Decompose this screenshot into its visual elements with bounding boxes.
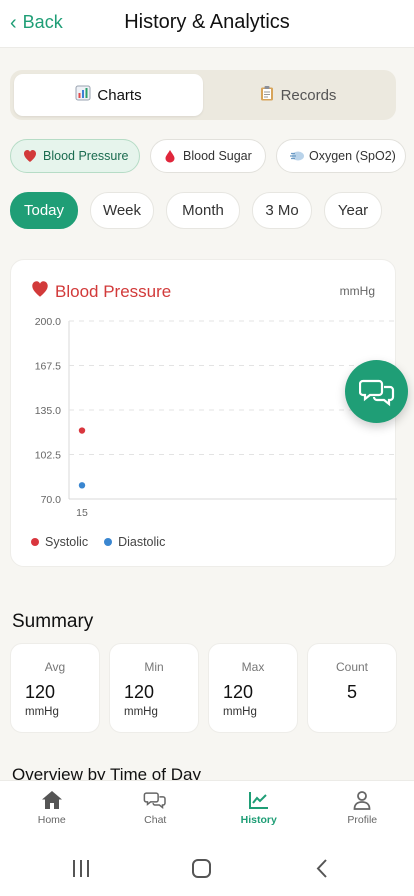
summary-heading: Summary (12, 611, 94, 632)
time-range-selector: Today Week Month 3 Mo Year (10, 192, 382, 229)
nav-label: Home (37, 813, 66, 826)
systolic-dot-icon (31, 538, 39, 546)
summary-stats: Avg 120 mmHg Min 120 mmHg Max 120 mmHg C… (10, 643, 397, 733)
data-point-diastolic (78, 482, 86, 489)
chart-legend: Systolic Diastolic (31, 535, 165, 549)
x-tick-label: 15 (76, 507, 88, 519)
stat-unit: mmHg (124, 706, 158, 718)
chat-bubbles-icon (358, 379, 394, 406)
chip-label: Blood Pressure (43, 149, 129, 163)
stat-value: 5 (346, 682, 357, 702)
heart-icon (23, 149, 37, 163)
chip-blood-sugar[interactable]: Blood Sugar (150, 139, 266, 173)
tab-records[interactable]: Records (203, 74, 392, 116)
legend-systolic: Systolic (31, 535, 88, 549)
y-tick-label: 70.0 (41, 494, 62, 506)
range-month[interactable]: Month (166, 192, 240, 229)
tab-charts-label: Charts (97, 86, 142, 104)
stat-label: Avg (44, 660, 66, 674)
data-point-systolic (78, 427, 86, 434)
page-title: History & Analytics (124, 11, 290, 33)
clipboard-icon (259, 85, 275, 105)
stat-label: Max (241, 660, 265, 674)
chip-label: Blood Sugar (183, 149, 252, 163)
chat-fab-button[interactable] (345, 360, 408, 423)
nav-label: Chat (144, 813, 167, 826)
oxygen-icon (289, 149, 304, 163)
y-tick-label: 135.0 (35, 405, 61, 417)
bar-chart-icon (75, 85, 91, 105)
stat-min: Min 120 mmHg (109, 643, 199, 733)
chart-line-icon (248, 791, 268, 809)
blood-pressure-chart-card: Blood Pressure mmHg 200.0 167.5 135.0 102.5… (10, 259, 397, 567)
range-today[interactable]: Today (10, 192, 78, 229)
blood-pressure-chart: 200.0 167.5 135.0 102.5 70.0 15 (35, 316, 397, 519)
stat-unit: mmHg (223, 706, 257, 718)
stat-value: 120 (124, 682, 155, 702)
recent-apps-icon[interactable] (73, 860, 89, 877)
range-year[interactable]: Year (324, 192, 382, 229)
chat-icon (143, 791, 166, 809)
tab-records-label: Records (280, 86, 337, 104)
legend-diastolic: Diastolic (104, 535, 165, 549)
stat-unit: mmHg (25, 706, 59, 718)
home-system-icon[interactable] (192, 859, 211, 878)
range-3-months[interactable]: 3 Mo (252, 192, 312, 229)
nav-chat[interactable]: Chat (104, 781, 208, 834)
chip-label: Oxygen (SpO2) (309, 149, 396, 163)
y-tick-label: 102.5 (35, 450, 61, 462)
stat-label: Count (335, 660, 369, 674)
nav-label: Profile (347, 813, 378, 826)
nav-profile[interactable]: Profile (311, 781, 414, 834)
nav-home[interactable]: Home (0, 781, 104, 834)
home-icon (41, 790, 62, 809)
tab-charts[interactable]: Charts (14, 74, 203, 116)
y-tick-label: 200.0 (35, 316, 61, 328)
metric-chips: Blood Pressure Blood Sugar Oxygen (SpO2) (10, 139, 406, 173)
diastolic-dot-icon (104, 538, 113, 546)
blood-drop-icon (163, 149, 177, 163)
stat-max: Max 120 mmHg (208, 643, 298, 733)
legend-label: Systolic (45, 535, 89, 549)
profile-icon (353, 790, 371, 810)
stat-value: 120 (223, 682, 254, 702)
chip-blood-pressure[interactable]: Blood Pressure (10, 139, 140, 173)
bottom-navigation: Home Chat History Profile (0, 780, 414, 834)
stat-label: Min (144, 660, 164, 674)
stat-count: Count 5 (307, 643, 397, 733)
stat-value: 120 (25, 682, 56, 702)
legend-label: Diastolic (118, 535, 166, 549)
nav-history[interactable]: History (207, 781, 311, 834)
nav-label: History (240, 813, 277, 826)
y-tick-label: 167.5 (35, 361, 61, 373)
chip-oxygen[interactable]: Oxygen (SpO2) (276, 139, 406, 173)
range-week[interactable]: Week (90, 192, 154, 229)
view-segment-control: Charts Records (10, 70, 396, 120)
stat-avg: Avg 120 mmHg (10, 643, 100, 733)
system-navigation-bar (0, 834, 414, 896)
app-header: ‹ Back History & Analytics (0, 0, 414, 48)
back-system-icon[interactable] (316, 859, 327, 878)
